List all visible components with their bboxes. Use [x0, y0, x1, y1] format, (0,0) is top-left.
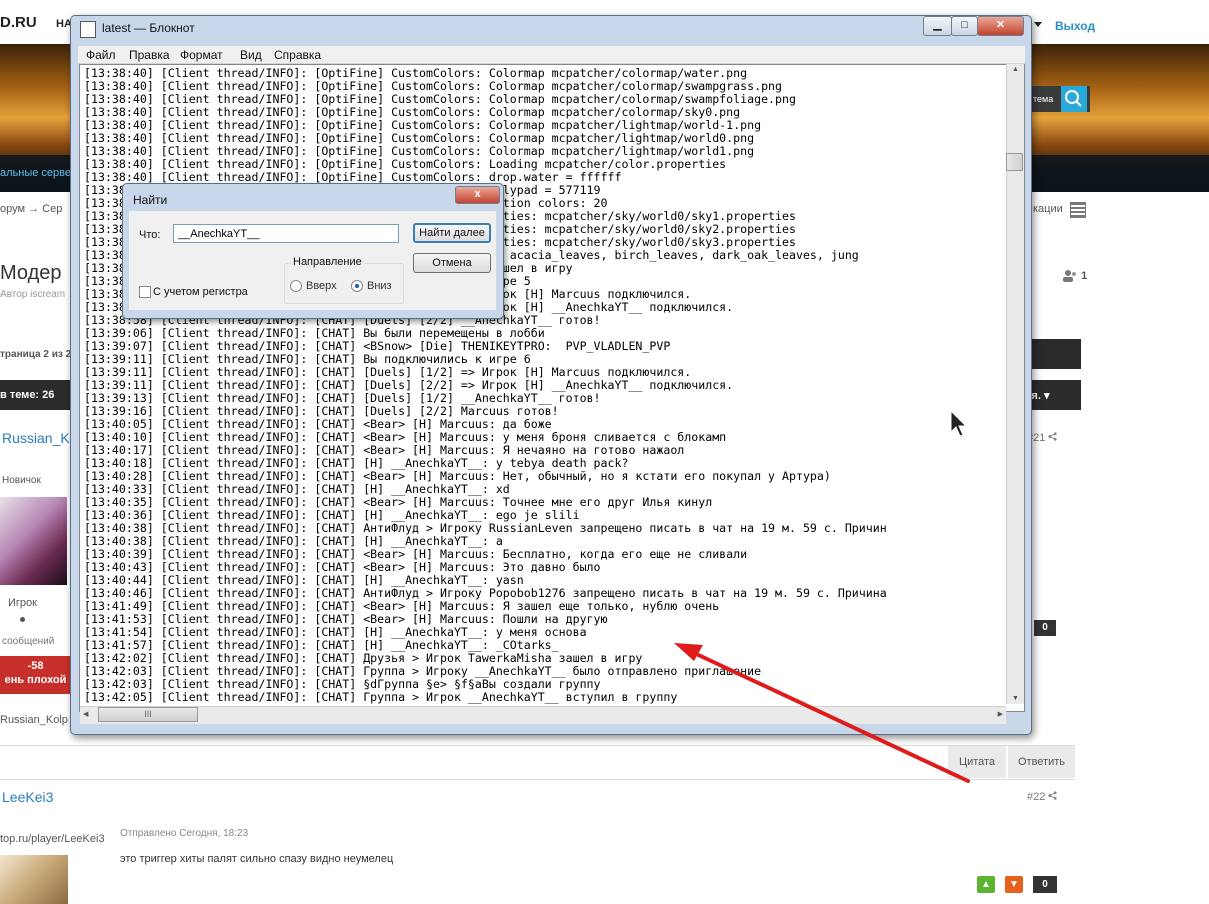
- maximize-button[interactable]: □: [951, 16, 978, 36]
- menu-file[interactable]: Файл: [86, 48, 116, 62]
- post-number-value: #22: [1027, 791, 1046, 803]
- arrow-down-icon: ▼: [1009, 879, 1019, 890]
- post-timestamp: Отправлено Сегодня, 18:23: [120, 828, 249, 839]
- menu-format[interactable]: Формат: [180, 48, 223, 62]
- post-score: 0: [1034, 620, 1056, 636]
- direction-up-label[interactable]: Вверх: [306, 280, 337, 292]
- topic-title: Модер: [0, 262, 62, 284]
- cancel-button[interactable]: Отмена: [413, 253, 491, 273]
- search-scope-label: тема: [1033, 94, 1054, 104]
- downvote-button[interactable]: ▼: [1005, 876, 1023, 893]
- horizontal-scroll-thumb[interactable]: III: [98, 707, 198, 722]
- log-text: [13:38:40] [Client thread/INFO]: [OptiFi…: [84, 67, 887, 704]
- close-button[interactable]: ✕: [977, 16, 1024, 36]
- minimize-button[interactable]: ▁: [923, 16, 952, 36]
- chevron-down-icon[interactable]: [1034, 22, 1042, 27]
- scroll-left-icon[interactable]: ◀: [83, 710, 88, 718]
- posts-in-topic: в теме: 26: [0, 389, 55, 401]
- scroll-up-icon[interactable]: ▲: [1007, 66, 1024, 73]
- match-case-checkbox[interactable]: [139, 286, 151, 298]
- participants-count: 1: [1062, 270, 1088, 283]
- direction-label: Направление: [291, 256, 364, 268]
- arrow-up-icon: ▲: [981, 879, 991, 890]
- breadcrumb[interactable]: орум → Сер: [0, 203, 62, 215]
- avatar[interactable]: [0, 497, 67, 585]
- list-icon[interactable]: [1070, 202, 1086, 218]
- direction-down-label[interactable]: Вниз: [367, 280, 392, 292]
- post-author-name[interactable]: LeeKei3: [2, 789, 53, 805]
- dark-action-button[interactable]: [1030, 339, 1081, 369]
- vertical-scroll-thumb[interactable]: [1006, 153, 1023, 171]
- find-what-label: Что:: [139, 229, 161, 241]
- profile-link[interactable]: top.ru/player/LeeKei3: [0, 833, 105, 845]
- post-signature: Russian_Kolp: [0, 714, 68, 726]
- post-score: 0: [1033, 876, 1057, 893]
- dialog-title: Найти: [133, 193, 168, 207]
- upvote-button[interactable]: ▲: [977, 876, 995, 893]
- post-number[interactable]: #22: [1027, 791, 1058, 803]
- scroll-right-icon[interactable]: ▶: [998, 710, 1003, 718]
- share-icon[interactable]: [1048, 432, 1058, 441]
- site-logo[interactable]: D.RU: [0, 14, 37, 31]
- logout-link[interactable]: Выход: [1055, 19, 1095, 33]
- topic-author: Автор iscream: [0, 289, 66, 300]
- menu-help[interactable]: Справка: [274, 48, 321, 62]
- reputation-value: -58: [27, 660, 44, 672]
- scroll-down-icon[interactable]: ▼: [1007, 695, 1024, 702]
- divider: [0, 745, 1075, 746]
- match-case-label[interactable]: С учетом регистра: [153, 286, 248, 298]
- participants-value: 1: [1081, 270, 1088, 282]
- direction-up-radio[interactable]: [290, 280, 302, 292]
- pagination-label: траница 2 из 2: [0, 349, 72, 360]
- avatar[interactable]: [0, 855, 68, 904]
- notepad-icon: [80, 21, 96, 38]
- reply-button[interactable]: Ответить: [1008, 746, 1075, 778]
- reputation-text: ень плохой: [4, 674, 67, 686]
- window-title: latest — Блокнот: [102, 21, 195, 35]
- breadcrumb-right-link[interactable]: кации: [1033, 203, 1063, 215]
- close-icon: x: [474, 188, 481, 200]
- share-icon[interactable]: [1048, 791, 1058, 800]
- mouse-cursor-icon: [950, 410, 968, 437]
- online-status-dot: [20, 617, 25, 622]
- text-editor[interactable]: [13:38:40] [Client thread/INFO]: [OptiFi…: [79, 64, 1025, 712]
- close-icon: ✕: [995, 19, 1006, 31]
- log-line: [13:42:05] [Client thread/INFO]: [CHAT] …: [84, 690, 678, 704]
- dialog-close-button[interactable]: x: [455, 186, 500, 204]
- post-body: это триггер хиты палят сильно спазу видн…: [120, 853, 394, 865]
- menu-edit[interactable]: Правка: [129, 48, 170, 62]
- maximize-icon: □: [961, 19, 968, 31]
- divider: [0, 779, 1075, 780]
- user-rank: Новичок: [2, 475, 41, 486]
- find-next-button[interactable]: Найти далее: [413, 223, 491, 243]
- post-author-name[interactable]: Russian_K: [2, 430, 70, 446]
- users-icon: [1063, 270, 1076, 283]
- message-count: сообщений: [2, 636, 55, 647]
- find-what-input[interactable]: __AnechkaYT__: [173, 224, 399, 243]
- quote-button[interactable]: Цитата: [948, 746, 1006, 778]
- servers-link[interactable]: альные серве: [0, 167, 71, 179]
- search-button[interactable]: [1061, 86, 1087, 112]
- menu-view[interactable]: Вид: [240, 48, 262, 62]
- horizontal-scrollbar[interactable]: ◀ ▶: [80, 706, 1006, 724]
- reputation-badge: -58 ень плохой: [0, 656, 71, 694]
- search-icon: [1065, 90, 1082, 107]
- radio-selected-dot: [355, 284, 359, 288]
- user-group: Игрок: [8, 597, 37, 609]
- minimize-icon: ▁: [933, 19, 942, 31]
